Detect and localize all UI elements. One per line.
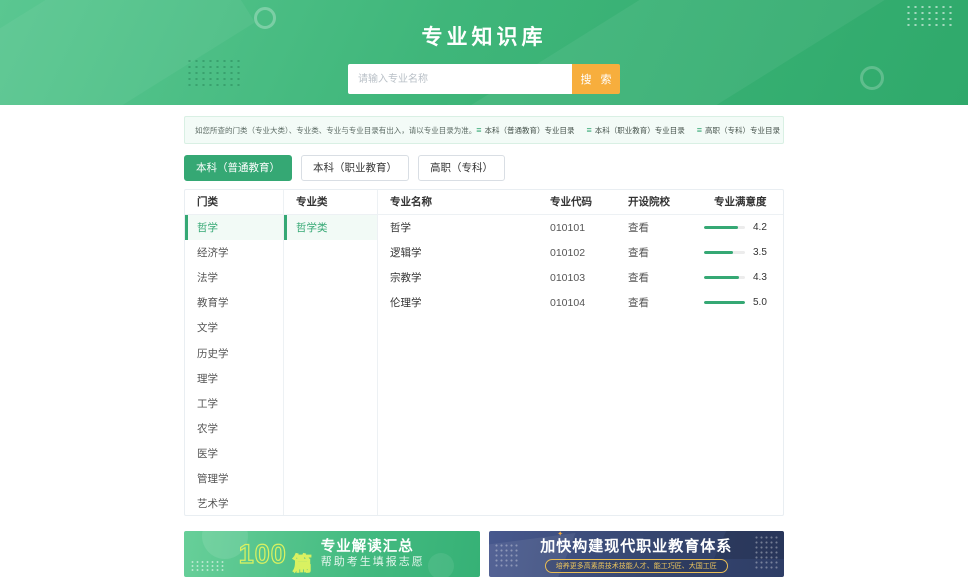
- major-code: 010101: [550, 215, 628, 240]
- notice-text: 如您所查的门类（专业大类）、专业类、专业与专业目录有出入，请以专业目录为准。: [195, 125, 476, 136]
- major-code: 010103: [550, 265, 628, 290]
- category-item-faxue[interactable]: 法学: [185, 265, 283, 290]
- view-colleges-link[interactable]: 查看: [628, 215, 700, 240]
- column-header-colleges: 开设院校: [628, 190, 700, 215]
- column-header-major-code: 专业代码: [550, 190, 628, 215]
- major-name: 宗教学: [378, 265, 550, 290]
- majors-grid: 专业名称 专业代码 开设院校 专业满意度 哲学 010101 查看 4.2: [378, 190, 783, 315]
- satisfaction-bar-fill: [704, 251, 733, 254]
- satisfaction-bar-track: [704, 226, 745, 229]
- satisfaction-cell: 5.0: [700, 290, 783, 315]
- category-item-wenxue[interactable]: 文学: [185, 315, 283, 340]
- category-item-gongxue[interactable]: 工学: [185, 391, 283, 416]
- circle-ring-decoration: [860, 66, 884, 90]
- catalog-link-label: 高职（专科）专业目录: [705, 125, 780, 136]
- banner-subtitle: 帮助考生填报志愿: [321, 556, 425, 569]
- column-header-category: 门类: [185, 190, 283, 215]
- banner-title: ✦ 加快构建现代职业教育体系: [540, 535, 732, 556]
- satisfaction-value: 3.5: [753, 247, 767, 258]
- satisfaction-bar-fill: [704, 301, 745, 304]
- satisfaction-cell: 4.3: [700, 265, 783, 290]
- satisfaction-value: 4.3: [753, 272, 767, 283]
- majors-panel: 专业名称 专业代码 开设院校 专业满意度 哲学 010101 查看 4.2: [378, 190, 783, 515]
- category-item-nongxue[interactable]: 农学: [185, 416, 283, 441]
- satisfaction-bar-track: [704, 301, 745, 304]
- banner-left-text: 专业解读汇总 帮助考生填报志愿: [321, 539, 425, 570]
- satisfaction-cell: 4.2: [700, 215, 783, 240]
- satisfaction-bar-track: [704, 276, 745, 279]
- major-code: 010104: [550, 290, 628, 315]
- category-item-lishixue[interactable]: 历史学: [185, 340, 283, 365]
- catalog-link-benke-putong[interactable]: ≡ 本科（普通教育）专业目录: [476, 125, 574, 136]
- view-colleges-link[interactable]: 查看: [628, 265, 700, 290]
- category-item-zhexue[interactable]: 哲学: [185, 215, 283, 240]
- banner-title: 专业解读汇总: [321, 539, 425, 556]
- list-menu-icon: ≡: [476, 126, 481, 135]
- catalog-link-benke-zhiye[interactable]: ≡ 本科（职业教育）专业目录: [587, 125, 685, 136]
- major-name: 逻辑学: [378, 240, 550, 265]
- major-code: 010102: [550, 240, 628, 265]
- category-item-yixue[interactable]: 医学: [185, 441, 283, 466]
- category-item-yishuxue[interactable]: 艺术学: [185, 491, 283, 516]
- column-header-major-class: 专业类: [284, 190, 377, 215]
- tab-gaozhi[interactable]: 高职（专科）: [418, 155, 505, 181]
- promo-banners: 100 篇 专业解读汇总 帮助考生填报志愿 ✦ 加快构建现代职业教育体系 培养更…: [184, 531, 784, 577]
- satisfaction-bar-fill: [704, 276, 739, 279]
- banner-slogan-pill: 培养更多高素质技术技能人才、能工巧匠、大国工匠: [545, 559, 728, 573]
- catalog-link-gaozhi[interactable]: ≡ 高职（专科）专业目录: [697, 125, 780, 136]
- search-input[interactable]: [348, 64, 572, 94]
- list-menu-icon: ≡: [697, 126, 702, 135]
- category-item-lixue[interactable]: 理学: [185, 366, 283, 391]
- category-item-jingjixue[interactable]: 经济学: [185, 240, 283, 265]
- category-item-jiaoyuxue[interactable]: 教育学: [185, 290, 283, 315]
- banner-right-content: ✦ 加快构建现代职业教育体系 培养更多高素质技术技能人才、能工巧匠、大国工匠: [489, 531, 785, 577]
- satisfaction-value: 5.0: [753, 297, 767, 308]
- satisfaction-bar-fill: [704, 226, 738, 229]
- tab-benke-zhiye[interactable]: 本科（职业教育）: [301, 155, 409, 181]
- view-colleges-link[interactable]: 查看: [628, 240, 700, 265]
- sparkle-icon: ✦: [557, 531, 564, 538]
- banner-left-content: 100 篇 专业解读汇总 帮助考生填报志愿: [184, 531, 480, 577]
- tab-benke-putong[interactable]: 本科（普通教育）: [184, 155, 292, 181]
- banner-major-guides[interactable]: 100 篇 专业解读汇总 帮助考生填报志愿: [184, 531, 480, 577]
- catalog-link-label: 本科（职业教育）专业目录: [595, 125, 685, 136]
- satisfaction-cell: 3.5: [700, 240, 783, 265]
- page-title: 专业知识库: [0, 0, 968, 51]
- major-name: 哲学: [378, 215, 550, 240]
- category-column: 门类 哲学 经济学 法学 教育学 文学 历史学 理学 工学 农学 医学 管理学 …: [185, 190, 284, 515]
- majors-table: 门类 哲学 经济学 法学 教育学 文学 历史学 理学 工学 农学 医学 管理学 …: [184, 189, 784, 516]
- catalog-notice-bar: 如您所查的门类（专业大类）、专业类、专业与专业目录有出入，请以专业目录为准。 ≡…: [184, 116, 784, 144]
- category-item-guanlixue[interactable]: 管理学: [185, 466, 283, 491]
- view-colleges-link[interactable]: 查看: [628, 290, 700, 315]
- banner-count-unit: 篇: [293, 555, 312, 577]
- catalog-links: ≡ 本科（普通教育）专业目录 ≡ 本科（职业教育）专业目录 ≡ 高职（专科）专业…: [476, 125, 780, 136]
- major-class-column: 专业类 哲学类: [284, 190, 378, 515]
- search-bar: 搜 索: [348, 64, 620, 94]
- dot-grid-decoration: [186, 58, 244, 88]
- satisfaction-value: 4.2: [753, 222, 767, 233]
- major-class-item-zhexuelei[interactable]: 哲学类: [284, 215, 377, 240]
- education-level-tabs: 本科（普通教育） 本科（职业教育） 高职（专科）: [184, 155, 784, 181]
- list-menu-icon: ≡: [587, 126, 592, 135]
- satisfaction-bar-track: [704, 251, 745, 254]
- banner-vocational-education[interactable]: ✦ 加快构建现代职业教育体系 培养更多高素质技术技能人才、能工巧匠、大国工匠: [489, 531, 785, 577]
- major-name: 伦理学: [378, 290, 550, 315]
- hero-header: 专业知识库 搜 索: [0, 0, 968, 105]
- banner-count: 100: [239, 541, 287, 568]
- column-header-satisfaction: 专业满意度: [700, 190, 783, 215]
- column-header-major-name: 专业名称: [378, 190, 550, 215]
- search-button[interactable]: 搜 索: [572, 64, 620, 94]
- catalog-link-label: 本科（普通教育）专业目录: [485, 125, 575, 136]
